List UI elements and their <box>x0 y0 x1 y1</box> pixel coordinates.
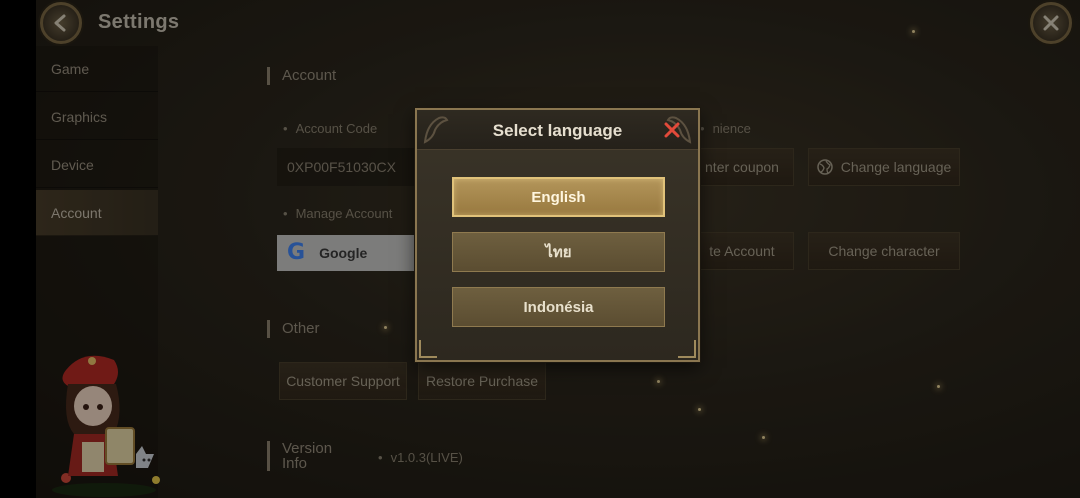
close-icon <box>664 122 680 138</box>
language-option-thai[interactable]: ไทย <box>452 232 665 272</box>
dialog-title: Select language <box>492 121 623 140</box>
language-option-indonesian[interactable]: Indonésia <box>452 287 665 327</box>
language-option-english[interactable]: English <box>452 177 665 217</box>
corner-ornament <box>678 340 696 358</box>
select-language-dialog: Select language English ไทย Indonésia <box>415 108 700 362</box>
corner-ornament <box>419 340 437 358</box>
dialog-header: Select language <box>417 110 698 150</box>
settings-screen: Settings Game Graphics Device Account Ac… <box>0 0 1080 498</box>
dialog-close-button[interactable] <box>660 118 684 142</box>
